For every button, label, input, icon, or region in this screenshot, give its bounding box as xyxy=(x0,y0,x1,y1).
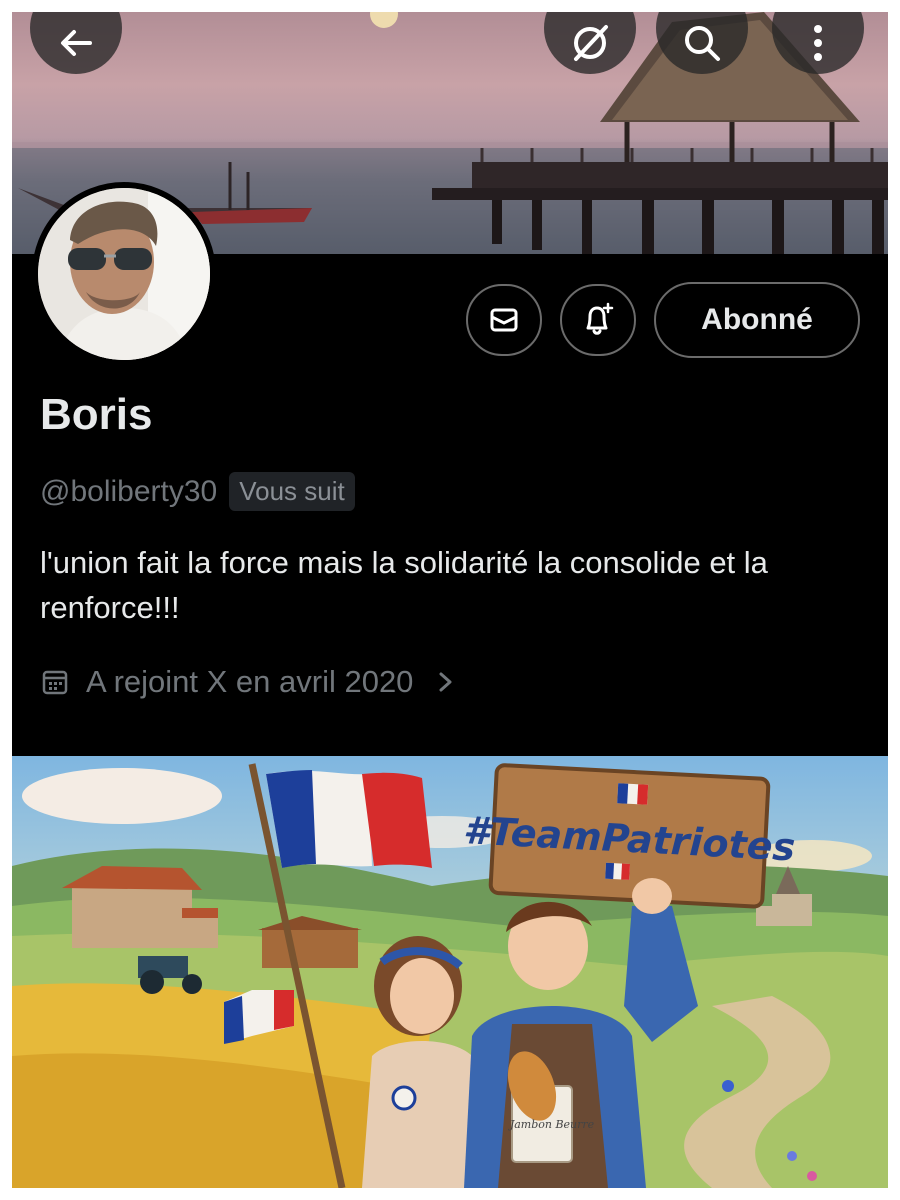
bell-plus-icon xyxy=(586,302,614,335)
search-icon xyxy=(685,26,720,61)
profile-screen: Abonné Boris @boliberty30 Vous suit l'un… xyxy=(12,12,888,1188)
joined-date: A rejoint X en avril 2020 xyxy=(86,664,414,699)
chevron-right-icon xyxy=(439,672,452,692)
grok-icon xyxy=(574,25,608,61)
follows-you-badge: Vous suit xyxy=(229,472,355,511)
profile-handle: @boliberty30 xyxy=(40,474,218,508)
joined-date-row[interactable]: A rejoint X en avril 2020 xyxy=(40,664,457,700)
team-patriotes-illustration: #TeamPatriotes Jambon Beurre xyxy=(12,756,888,1188)
handle-row: @boliberty30 Vous suit xyxy=(40,472,355,511)
arrow-left-icon xyxy=(61,30,92,56)
profile-name: Boris xyxy=(40,390,153,439)
following-button[interactable]: Abonné xyxy=(654,282,860,358)
more-vertical-icon xyxy=(814,25,822,61)
mail-icon xyxy=(490,308,518,332)
post-image[interactable]: #TeamPatriotes Jambon Beurre xyxy=(12,756,888,1188)
calendar-icon xyxy=(42,670,68,695)
notifications-button[interactable] xyxy=(560,284,636,356)
message-button[interactable] xyxy=(466,284,542,356)
following-button-label: Abonné xyxy=(701,303,813,336)
bag-text: Jambon Beurre xyxy=(508,1118,595,1131)
profile-bio: l'union fait la force mais la solidarité… xyxy=(40,545,768,625)
avatar-photo xyxy=(38,188,210,360)
avatar[interactable] xyxy=(32,182,216,366)
